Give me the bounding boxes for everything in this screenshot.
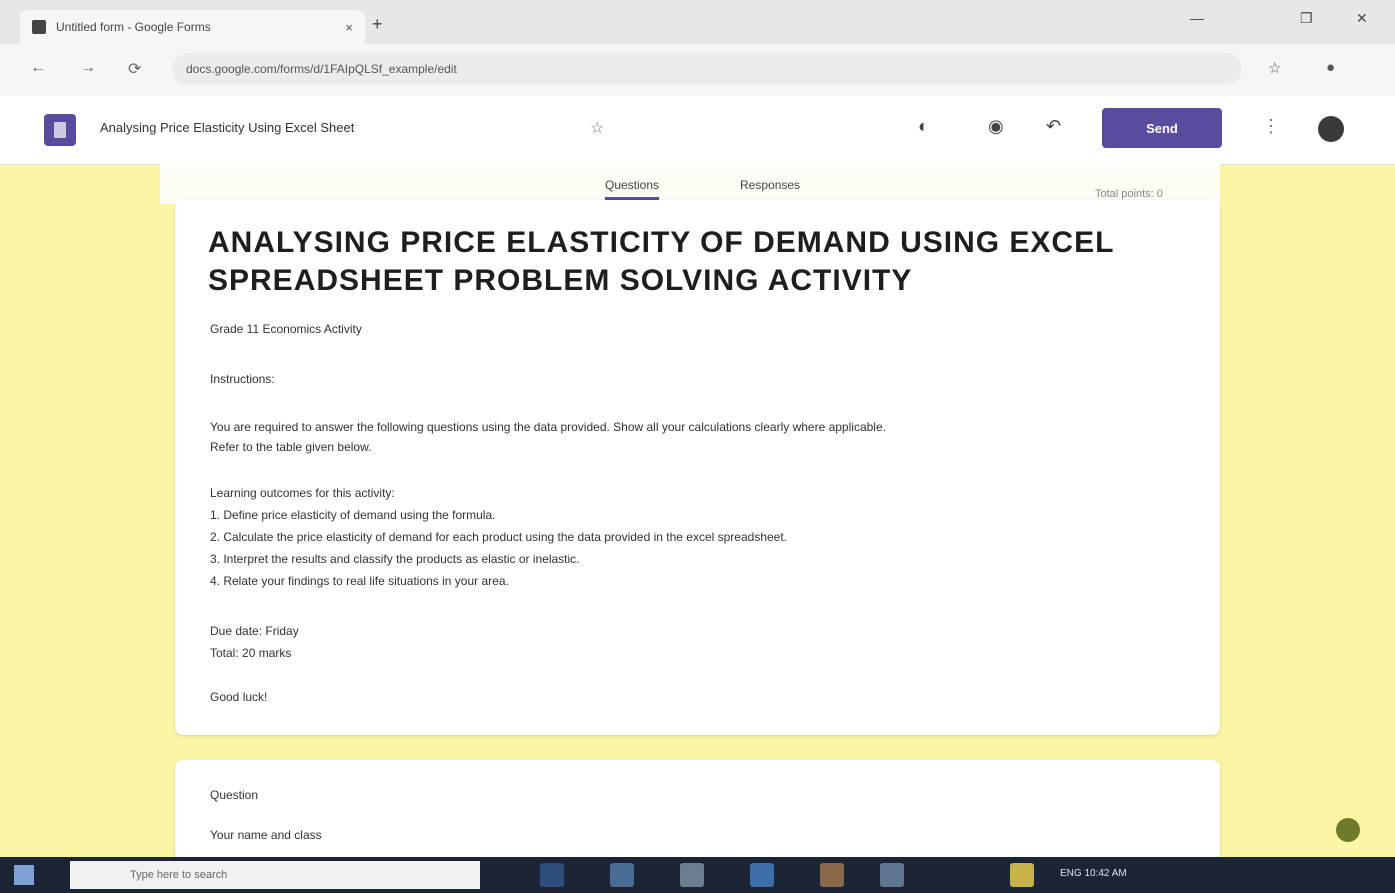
description-line: 1. Define price elasticity of demand usi… bbox=[210, 508, 496, 522]
question-card[interactable]: Question Your name and class bbox=[175, 760, 1220, 860]
browser-tab-strip: Untitled form - Google Forms × + — ❐ ✕ bbox=[0, 0, 1395, 44]
avatar[interactable] bbox=[1318, 116, 1344, 142]
bookmark-star-icon[interactable]: ☆ bbox=[1268, 59, 1281, 77]
tab-responses[interactable]: Responses bbox=[740, 178, 800, 192]
forms-logo-icon[interactable] bbox=[44, 114, 76, 146]
question-label: Question bbox=[210, 788, 259, 802]
form-title[interactable]: ANALYSING PRICE ELASTICITY OF DEMAND USI… bbox=[208, 224, 1188, 300]
browser-toolbar: ← → ⟳ docs.google.com/forms/d/1FAIpQLSf_… bbox=[0, 44, 1395, 97]
os-taskbar: Type here to search ENG 10:42 AM bbox=[0, 857, 1395, 893]
forms-header: Analysing Price Elasticity Using Excel S… bbox=[0, 96, 1395, 165]
store-icon[interactable] bbox=[750, 863, 774, 887]
star-icon[interactable]: ☆ bbox=[590, 118, 604, 138]
windows-start-icon[interactable] bbox=[14, 865, 34, 885]
maximize-icon[interactable]: ❐ bbox=[1300, 10, 1313, 27]
taskbar-search-input[interactable]: Type here to search bbox=[70, 861, 480, 889]
new-tab-icon[interactable]: + bbox=[372, 14, 383, 35]
form-name[interactable]: Analysing Price Elasticity Using Excel S… bbox=[100, 120, 354, 135]
profile-icon[interactable]: ● bbox=[1326, 59, 1335, 76]
description-line: Learning outcomes for this activity: bbox=[210, 486, 395, 500]
description-line: Good luck! bbox=[210, 690, 268, 704]
chrome-icon[interactable] bbox=[1010, 863, 1034, 887]
app-icon[interactable] bbox=[880, 863, 904, 887]
reload-icon[interactable]: ⟳ bbox=[128, 59, 141, 79]
system-tray[interactable]: ENG 10:42 AM bbox=[1060, 868, 1127, 879]
file-explorer-icon[interactable] bbox=[680, 863, 704, 887]
preview-icon[interactable]: ◉ bbox=[988, 116, 1004, 137]
form-title-card[interactable]: ANALYSING PRICE ELASTICITY OF DEMAND USI… bbox=[175, 200, 1220, 735]
undo-icon[interactable]: ↶ bbox=[1046, 116, 1061, 137]
description-line: You are required to answer the following… bbox=[210, 420, 886, 434]
forms-favicon-icon bbox=[32, 20, 46, 34]
description-line: Grade 11 Economics Activity bbox=[210, 322, 362, 336]
edge-icon[interactable] bbox=[610, 863, 634, 887]
question-text[interactable]: Your name and class bbox=[210, 828, 322, 842]
floating-action-button[interactable] bbox=[1336, 818, 1360, 842]
send-button[interactable]: Send bbox=[1102, 108, 1222, 148]
task-view-icon[interactable] bbox=[540, 863, 564, 887]
description-line: 2. Calculate the price elasticity of dem… bbox=[210, 530, 788, 544]
browser-tab[interactable]: Untitled form - Google Forms × bbox=[20, 10, 365, 44]
tab-questions[interactable]: Questions bbox=[605, 178, 660, 200]
description-line: 4. Relate your findings to real life sit… bbox=[210, 574, 509, 588]
description-line: Refer to the table given below. bbox=[210, 440, 372, 454]
more-options-icon[interactable]: ⋮ bbox=[1262, 116, 1280, 137]
description-line: Instructions: bbox=[210, 372, 275, 386]
description-line: 3. Interpret the results and classify th… bbox=[210, 552, 580, 566]
palette-icon[interactable]: ◐ bbox=[918, 116, 929, 137]
editor-tabs: Questions Responses Total points: 0 bbox=[160, 164, 1220, 204]
minimize-icon[interactable]: — bbox=[1190, 10, 1204, 26]
back-icon[interactable]: ← bbox=[30, 59, 46, 77]
total-points: Total points: 0 bbox=[1095, 188, 1163, 200]
address-bar[interactable]: docs.google.com/forms/d/1FAIpQLSf_exampl… bbox=[172, 53, 1242, 85]
description-line: Due date: Friday bbox=[210, 624, 299, 638]
tab-close-icon[interactable]: × bbox=[345, 20, 353, 35]
close-window-icon[interactable]: ✕ bbox=[1356, 10, 1368, 27]
browser-tab-title: Untitled form - Google Forms bbox=[56, 20, 211, 34]
mail-icon[interactable] bbox=[820, 863, 844, 887]
description-line: Total: 20 marks bbox=[210, 646, 292, 660]
forward-icon[interactable]: → bbox=[80, 59, 96, 77]
